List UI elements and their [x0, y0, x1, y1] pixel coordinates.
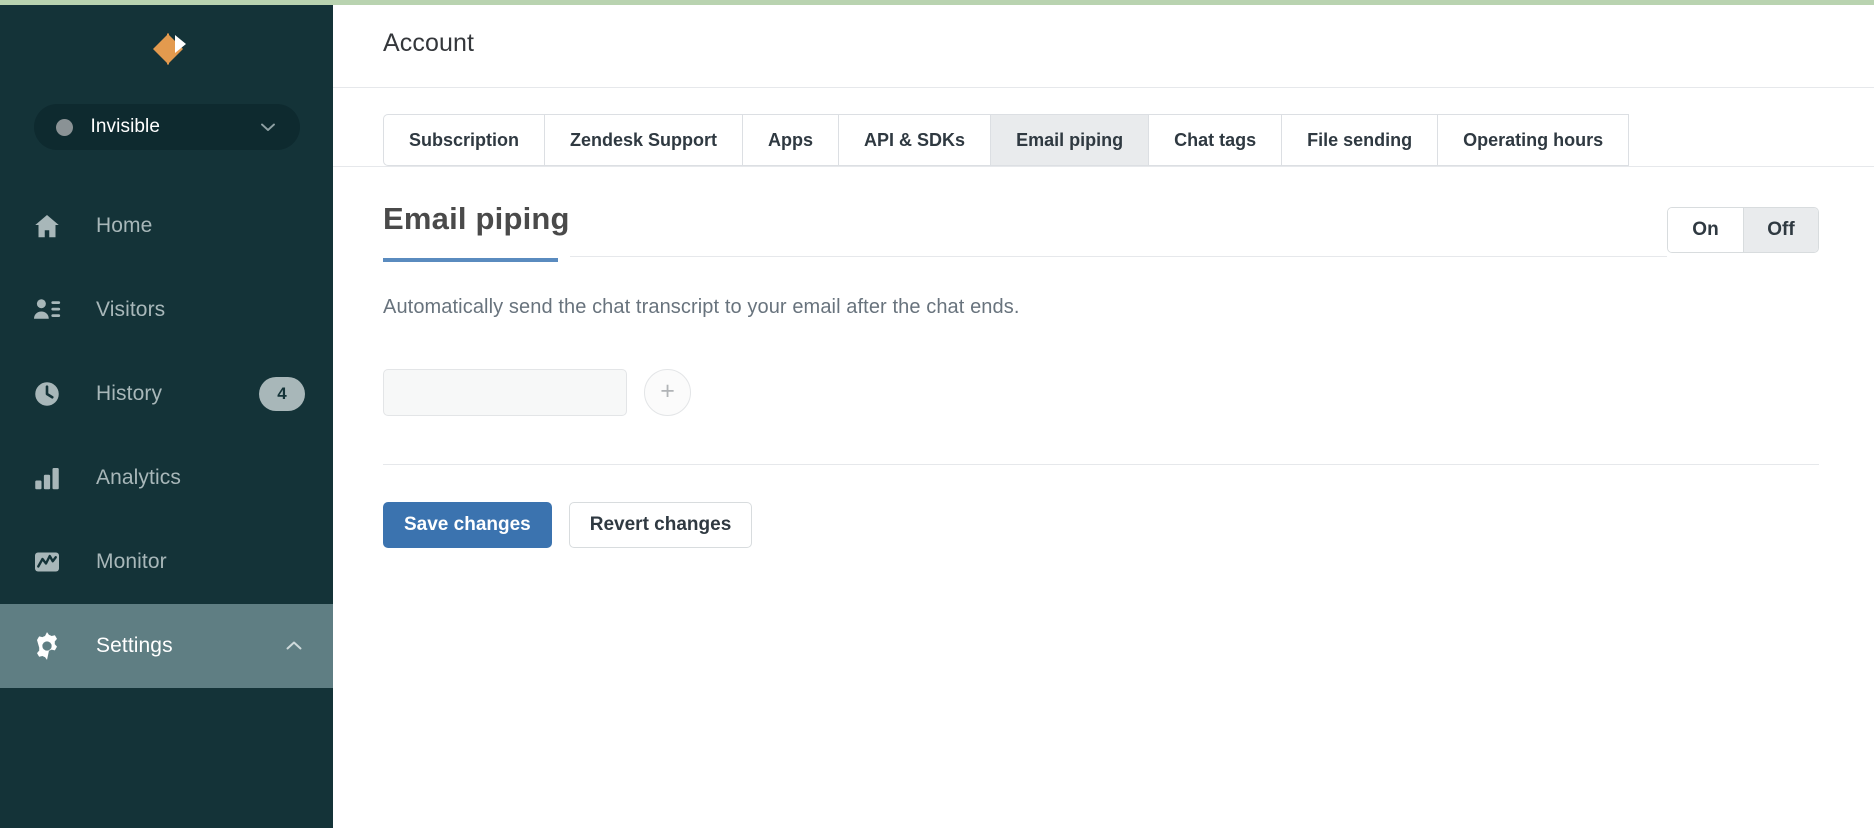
toggle-on-option[interactable]: On: [1668, 208, 1743, 252]
sidebar-item-label: Visitors: [96, 298, 166, 321]
tab-apps[interactable]: Apps: [742, 114, 839, 166]
tab-label: Apps: [768, 129, 814, 150]
page-header: Account: [333, 0, 1874, 88]
section-title-underline: [383, 258, 558, 262]
tab-label: Email piping: [1016, 129, 1124, 150]
tab-label: API & SDKs: [864, 129, 966, 150]
sidebar-item-home[interactable]: Home: [0, 184, 333, 268]
chevron-up-icon: [283, 635, 305, 657]
sidebar-item-label: History: [96, 382, 163, 405]
tab-zendesk-support[interactable]: Zendesk Support: [544, 114, 743, 166]
tab-subscription[interactable]: Subscription: [383, 114, 545, 166]
tab-label: Chat tags: [1174, 129, 1257, 150]
main-content: Account Subscription Zendesk Support App…: [333, 0, 1874, 828]
sidebar-item-analytics[interactable]: Analytics: [0, 436, 333, 520]
form-actions: Save changes Revert changes: [383, 502, 1874, 548]
sidebar-item-history[interactable]: History 4: [0, 352, 333, 436]
sidebar-item-label: Analytics: [96, 466, 181, 489]
section-title-wrap: Email piping: [383, 201, 570, 262]
logo-container: [0, 0, 333, 92]
sidebar-item-label: Home: [96, 214, 153, 237]
email-piping-toggle[interactable]: On Off: [1667, 207, 1819, 253]
sidebar: Invisible Home Visitors History 4 Analyt…: [0, 0, 333, 828]
tabs-bar: Subscription Zendesk Support Apps API & …: [333, 88, 1874, 167]
sidebar-item-monitor[interactable]: Monitor: [0, 520, 333, 604]
tab-chat-tags[interactable]: Chat tags: [1148, 114, 1282, 166]
status-selector[interactable]: Invisible: [33, 104, 300, 150]
tab-label: Operating hours: [1463, 129, 1604, 150]
monitor-icon: [30, 545, 64, 579]
section-header: Email piping On Off: [383, 167, 1874, 262]
tab-label: Subscription: [409, 129, 520, 150]
page-title: Account: [383, 29, 475, 57]
section-description: Automatically send the chat transcript t…: [383, 296, 1020, 318]
sidebar-item-label: Monitor: [96, 550, 167, 573]
email-field-row: +: [383, 369, 1874, 416]
tab-api-and-sdks[interactable]: API & SDKs: [838, 114, 991, 166]
status-dot-icon: [55, 118, 73, 136]
tab-label: Zendesk Support: [570, 129, 718, 150]
sidebar-item-visitors[interactable]: Visitors: [0, 268, 333, 352]
gear-icon: [30, 629, 64, 663]
sidebar-nav: Home Visitors History 4 Analytics Monito…: [0, 184, 333, 688]
sidebar-item-label: Settings: [96, 634, 173, 657]
zendesk-chat-logo-icon: [139, 29, 195, 69]
tab-operating-hours[interactable]: Operating hours: [1437, 114, 1630, 166]
history-badge: 4: [259, 377, 305, 411]
tab-label: File sending: [1307, 129, 1413, 150]
revert-changes-button[interactable]: Revert changes: [568, 502, 753, 548]
form-divider: [383, 464, 1819, 465]
save-changes-button[interactable]: Save changes: [383, 502, 552, 548]
add-email-button[interactable]: +: [644, 369, 691, 416]
tab-email-piping[interactable]: Email piping: [990, 114, 1149, 166]
sidebar-item-settings[interactable]: Settings: [0, 604, 333, 688]
toggle-off-option[interactable]: Off: [1743, 208, 1818, 252]
status-label: Invisible: [90, 116, 161, 137]
clock-icon: [30, 377, 64, 411]
app-root: Invisible Home Visitors History 4 Analyt…: [0, 0, 1874, 828]
email-input[interactable]: [383, 369, 627, 416]
section-divider: [569, 256, 1667, 257]
home-icon: [30, 209, 64, 243]
tab-list: Subscription Zendesk Support Apps API & …: [383, 114, 1630, 166]
top-accent-strip: [0, 0, 1874, 5]
section-title: Email piping: [383, 201, 570, 236]
visitors-icon: [30, 293, 64, 327]
bar-chart-icon: [30, 461, 64, 495]
chevron-down-icon: [258, 117, 278, 137]
tab-file-sending[interactable]: File sending: [1281, 114, 1438, 166]
settings-panel: Email piping On Off Automatically send t…: [333, 167, 1874, 548]
